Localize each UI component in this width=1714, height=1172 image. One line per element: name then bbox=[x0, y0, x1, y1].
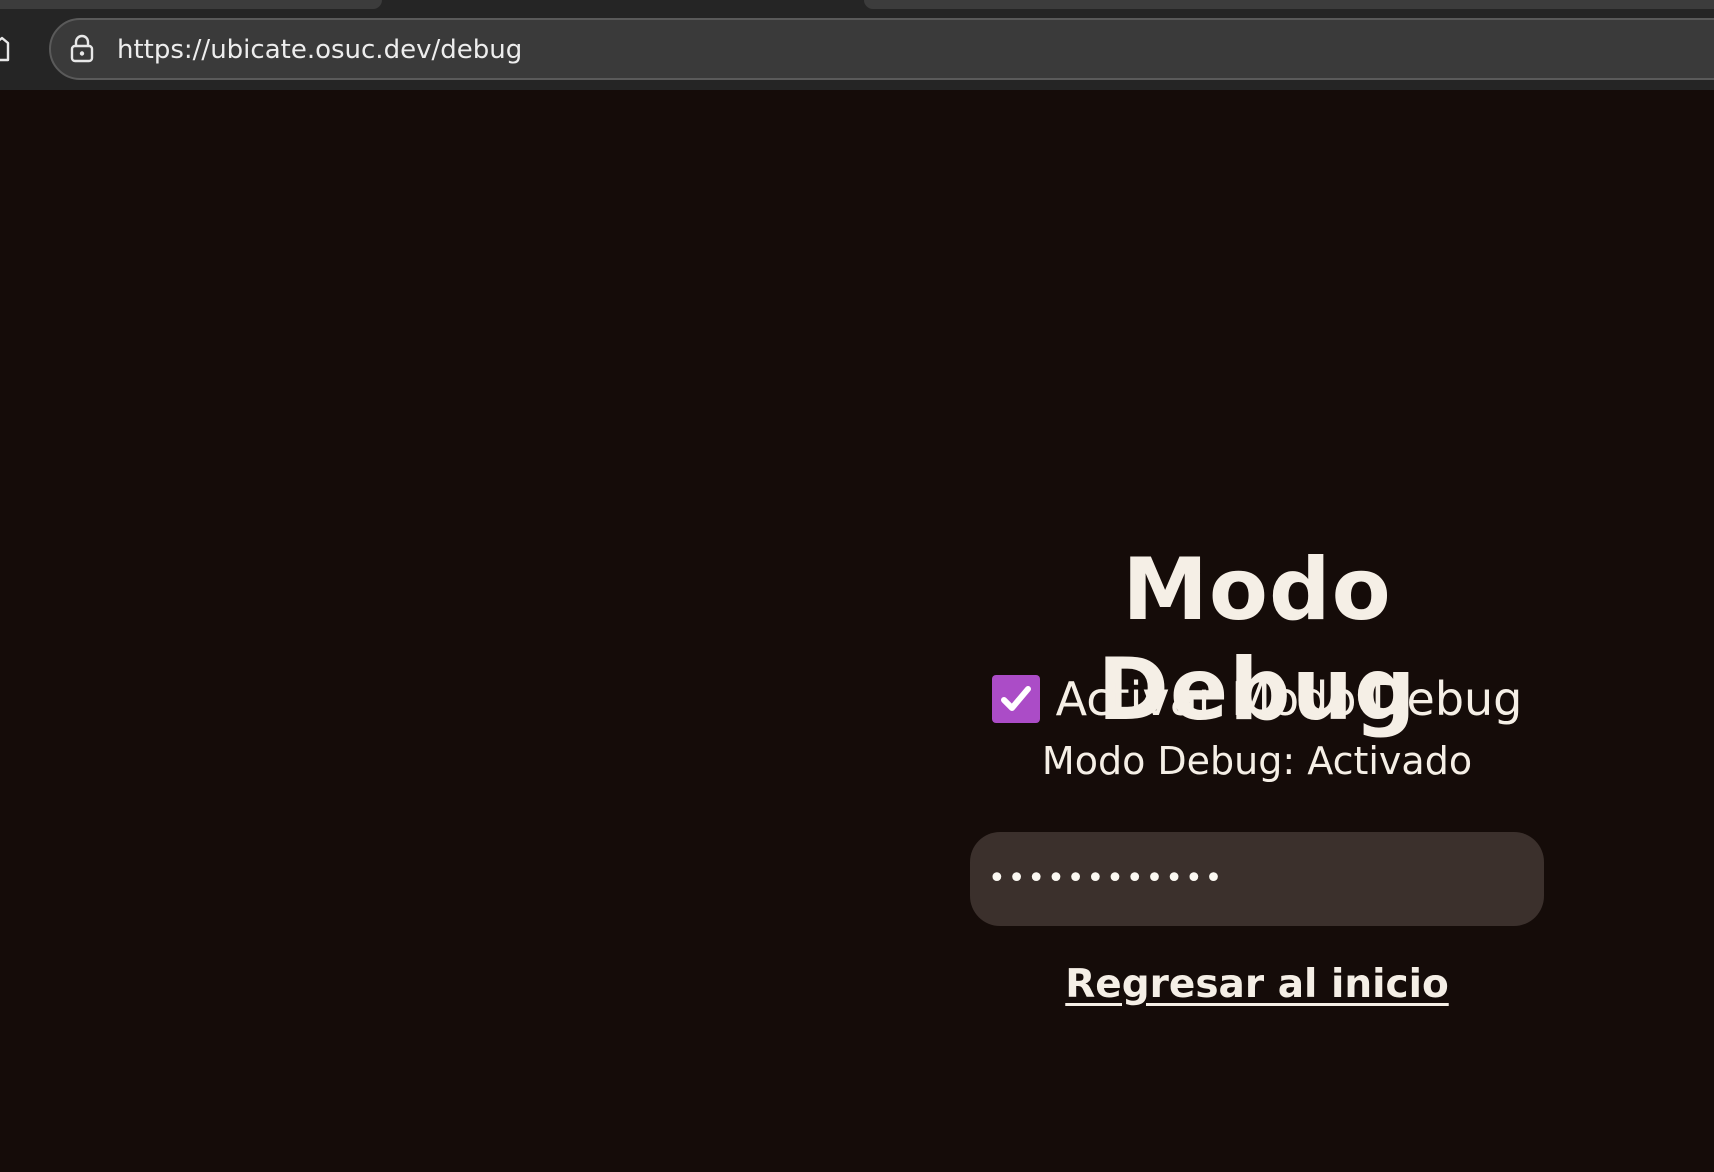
back-home-link[interactable]: Regresar al inicio bbox=[970, 960, 1544, 1010]
lock-icon[interactable] bbox=[69, 34, 95, 64]
address-bar[interactable]: https://ubicate.osuc.dev/debug bbox=[49, 18, 1714, 80]
browser-tab[interactable] bbox=[0, 0, 382, 9]
checkmark-icon bbox=[1000, 686, 1031, 711]
debug-status-text: Modo Debug: Activado bbox=[1041, 739, 1473, 783]
debug-checkbox[interactable] bbox=[991, 675, 1040, 723]
url-text[interactable]: https://ubicate.osuc.dev/debug bbox=[117, 33, 522, 67]
home-icon[interactable] bbox=[0, 34, 14, 64]
debug-toggle-row[interactable]: Activar Modo Debug bbox=[970, 672, 1544, 726]
browser-tab[interactable] bbox=[864, 0, 1714, 9]
checkbox-label[interactable]: Activar Modo Debug bbox=[1056, 672, 1523, 726]
password-input[interactable]: •••••••••••• bbox=[970, 832, 1544, 926]
password-mask: •••••••••••• bbox=[988, 861, 1225, 896]
browser-toolbar: https://ubicate.osuc.dev/debug bbox=[0, 0, 1714, 90]
